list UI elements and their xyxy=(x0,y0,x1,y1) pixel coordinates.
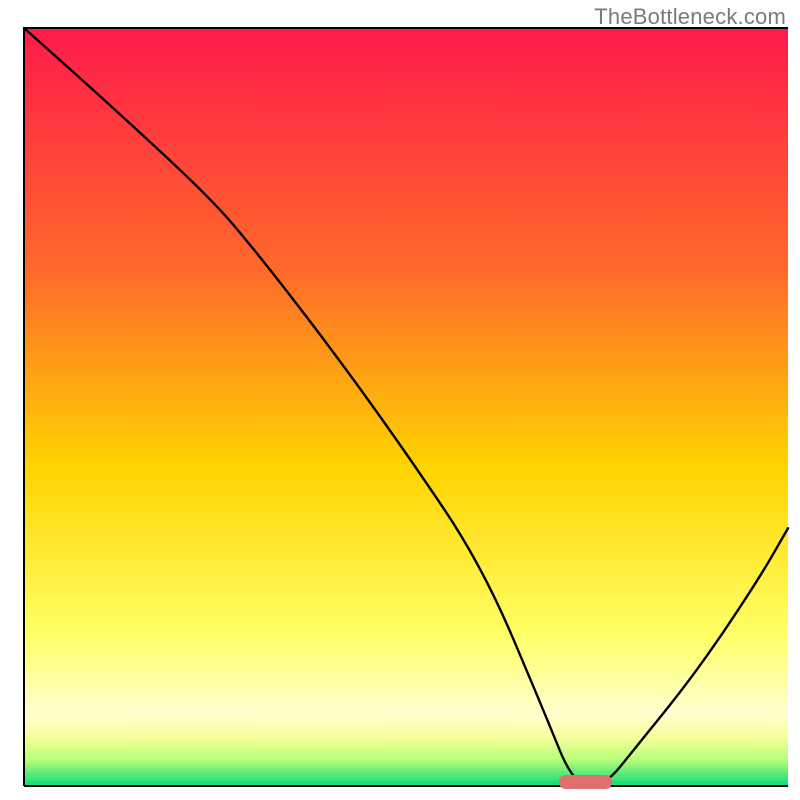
chart-container: TheBottleneck.com xyxy=(0,0,800,800)
optimum-marker xyxy=(559,775,612,789)
bottleneck-chart xyxy=(0,0,800,800)
